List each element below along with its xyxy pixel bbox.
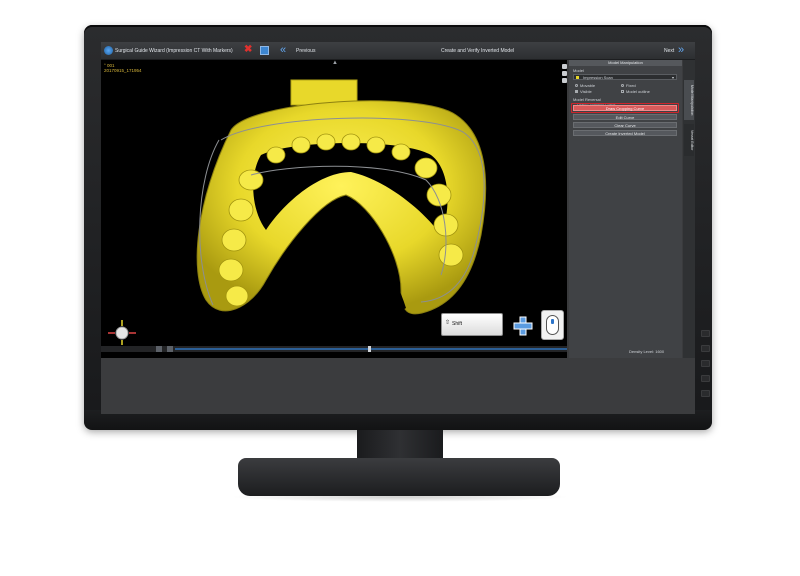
previous-arrow-icon[interactable]: « — [280, 45, 286, 56]
orientation-widget-icon[interactable] — [107, 318, 137, 346]
visible-checkbox[interactable] — [575, 90, 578, 93]
edit-curve-button[interactable]: Edit Curve — [573, 114, 677, 120]
model-select-value: Impression Scan — [583, 75, 613, 80]
panel-tab-strip: Model Manipulation Vessel Editor — [683, 60, 695, 358]
panel-header: Model Manipulation — [569, 60, 682, 66]
model-outline-checkbox[interactable] — [621, 90, 624, 93]
fixed-label: Fixed — [626, 83, 636, 88]
tab-model-manipulation[interactable]: Model Manipulation — [684, 80, 694, 120]
model-select[interactable]: Impression Scan ▾ — [573, 74, 677, 80]
model-section-label: Model — [573, 68, 584, 73]
draw-cropping-curve-button[interactable]: Draw Cropping Curve — [573, 105, 677, 111]
monitor-button — [701, 360, 710, 367]
model-outline-label: Model outline — [626, 89, 650, 94]
monitor-button — [701, 390, 710, 397]
bottom-panel — [101, 358, 695, 414]
monitor-button — [701, 345, 710, 352]
next-button[interactable]: Next — [664, 48, 674, 54]
step-title: Create and Verify Inverted Model — [441, 48, 515, 54]
slider-handle[interactable] — [368, 346, 371, 352]
tab-vessel-editor[interactable]: Vessel Editor — [684, 124, 694, 156]
movable-radio[interactable] — [575, 84, 578, 87]
status-bar: Density Level: 1600 — [569, 347, 682, 358]
title-bar: Surgical Guide Wizard (Impression CT Wit… — [101, 42, 695, 60]
clear-curve-button[interactable]: Clear Curve — [573, 122, 677, 128]
monitor-button — [701, 375, 710, 382]
shift-key-hint: ⇧ Shift — [441, 313, 503, 336]
next-arrow-icon[interactable]: » — [678, 45, 684, 56]
monitor-stand-base — [238, 458, 560, 496]
chevron-down-icon: ▾ — [671, 75, 674, 80]
app-logo-icon — [104, 46, 113, 55]
close-wizard-icon[interactable]: ✖ — [244, 45, 252, 55]
save-icon[interactable] — [260, 46, 269, 55]
model-manipulation-panel: Model Manipulation Model Impression Scan… — [569, 60, 682, 358]
3d-viewport[interactable]: ▲ ° 001 20170915_171954 ⇧ Shift — [101, 60, 567, 358]
slider-lock-icon[interactable] — [156, 346, 162, 352]
monitor-screen: Surgical Guide Wizard (Impression CT Wit… — [101, 42, 695, 414]
shift-arrow-icon: ⇧ — [445, 320, 451, 326]
previous-button[interactable]: Previous — [296, 48, 315, 54]
visible-label: Visible — [580, 89, 592, 94]
slice-slider[interactable] — [101, 346, 567, 352]
model-color-swatch — [576, 76, 579, 79]
plus-icon — [513, 316, 533, 336]
create-inverted-model-button[interactable]: Create Inverted Model — [573, 130, 677, 136]
density-level-label: Density Level: 1600 — [629, 349, 665, 354]
shift-key-label: Shift — [452, 321, 463, 327]
mouse-left-button-icon — [551, 319, 554, 324]
slider-track[interactable] — [175, 348, 567, 350]
app-title: Surgical Guide Wizard (Impression CT Wit… — [115, 48, 233, 54]
fixed-radio[interactable] — [621, 84, 624, 87]
mouse-icon — [546, 315, 559, 335]
slider-reset-icon[interactable] — [167, 346, 173, 352]
monitor-button — [701, 330, 710, 337]
mouse-hint — [541, 310, 564, 340]
movable-label: Movable — [580, 83, 596, 88]
